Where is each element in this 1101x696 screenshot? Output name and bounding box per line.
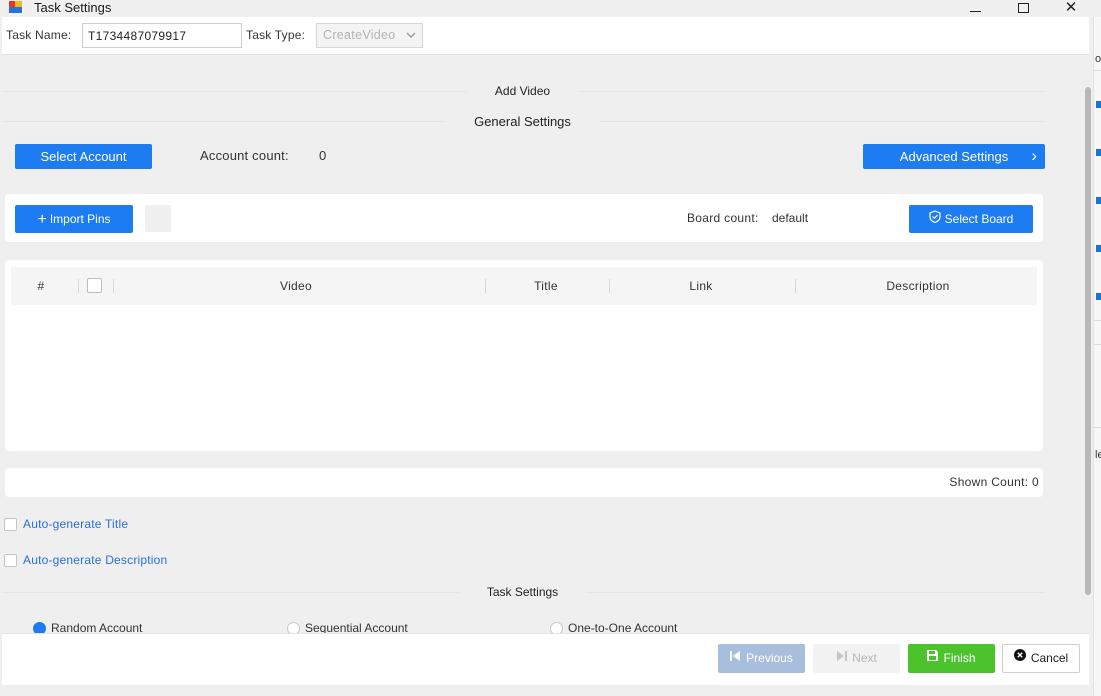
app-icon	[9, 1, 22, 13]
account-count-label: Account count:	[200, 148, 289, 163]
edge-divider	[1094, 427, 1101, 428]
settings-scroll-area[interactable]: Add Video General Settings Select Accoun…	[0, 73, 1080, 633]
shown-count-value: 0	[1032, 475, 1039, 489]
section-general-settings: General Settings	[0, 114, 1045, 129]
shown-count-bar: Shown Count: 0	[5, 468, 1043, 497]
background-window-edge: o le	[1093, 17, 1101, 696]
select-account-button[interactable]: Select Account	[15, 144, 152, 169]
skip-forward-icon	[836, 643, 848, 672]
maximize-icon	[1017, 3, 1029, 13]
radio-label: Random Account	[51, 621, 143, 633]
chevron-right-icon: ›	[1031, 146, 1037, 165]
column-separator	[78, 279, 79, 293]
vertical-scrollbar[interactable]	[1084, 83, 1093, 633]
next-button[interactable]: Next	[813, 644, 900, 673]
previous-button[interactable]: Previous	[718, 644, 805, 673]
title-bar: Task Settings ✕	[0, 0, 1101, 17]
task-type-value: CreateVideo	[323, 28, 396, 42]
edge-marker	[1096, 293, 1101, 300]
edge-text: le	[1095, 449, 1101, 461]
skip-back-icon	[730, 643, 741, 672]
edge-text: o	[1095, 53, 1101, 65]
edge-marker	[1096, 245, 1101, 252]
task-type-select[interactable]: CreateVideo	[316, 23, 423, 48]
radio-button[interactable]	[550, 622, 563, 633]
save-icon	[927, 643, 939, 672]
account-count-value: 0	[319, 148, 327, 163]
column-description: Description	[886, 279, 950, 293]
column-video: Video	[280, 279, 312, 293]
section-add-video: Add Video	[0, 84, 1045, 98]
advanced-settings-button[interactable]: Advanced Settings ›	[863, 144, 1045, 169]
column-separator	[795, 279, 796, 293]
minimize-icon	[969, 11, 981, 12]
minimize-button[interactable]	[952, 0, 998, 17]
task-type-label: Task Type:	[246, 28, 306, 42]
select-board-button[interactable]: Select Board	[909, 205, 1033, 233]
radio-label: One-to-One Account	[568, 621, 678, 633]
task-info-row: Task Name: Task Type: CreateVideo	[2, 17, 1089, 55]
shield-check-icon	[929, 205, 941, 233]
finish-button[interactable]: Finish	[908, 644, 995, 673]
import-pins-button[interactable]: + Import Pins	[15, 205, 133, 233]
scrollbar-thumb[interactable]	[1085, 87, 1091, 595]
dialog-footer: Previous Next Finish Cancel	[2, 633, 1089, 685]
edge-marker	[1096, 149, 1101, 156]
column-link: Link	[689, 279, 713, 293]
auto-description-checkbox[interactable]	[4, 554, 17, 567]
select-all-checkbox[interactable]	[87, 278, 102, 293]
import-pins-panel: + Import Pins Board count: default Select…	[5, 194, 1043, 242]
board-count-label: Board count:	[687, 211, 759, 225]
edge-marker	[1096, 197, 1101, 204]
auto-description-label[interactable]: Auto-generate Description	[23, 553, 167, 567]
window-title: Task Settings	[34, 0, 112, 15]
edge-marker	[1096, 101, 1101, 108]
column-separator	[609, 279, 610, 293]
maximize-button[interactable]	[1000, 0, 1046, 17]
radio-button[interactable]	[33, 622, 46, 633]
board-count-value: default	[772, 211, 809, 225]
auto-title-label[interactable]: Auto-generate Title	[23, 517, 128, 531]
pins-table: # Video Title Link Description	[5, 260, 1043, 451]
column-title: Title	[534, 279, 558, 293]
auto-title-checkbox[interactable]	[4, 518, 17, 531]
column-separator	[113, 279, 114, 293]
section-task-settings: Task Settings	[0, 585, 1045, 599]
cancel-button[interactable]: Cancel	[1002, 644, 1080, 673]
edge-divider	[1094, 344, 1101, 345]
task-name-label: Task Name:	[6, 28, 72, 42]
pins-extra-button[interactable]	[145, 205, 171, 232]
table-header: # Video Title Link Description	[11, 267, 1037, 305]
cancel-icon	[1013, 644, 1026, 671]
radio-button[interactable]	[287, 622, 300, 633]
plus-icon: +	[37, 211, 47, 228]
chevron-down-icon	[406, 24, 416, 56]
shown-count-label: Shown Count:	[949, 475, 1029, 489]
task-name-input[interactable]	[82, 23, 242, 48]
column-separator	[485, 279, 486, 293]
edge-divider	[1094, 70, 1101, 71]
radio-label: Sequential Account	[305, 621, 408, 633]
column-index: #	[37, 279, 45, 293]
edge-divider	[1094, 320, 1101, 321]
close-icon: ✕	[1064, 0, 1078, 16]
shown-count: Shown Count: 0	[949, 475, 1039, 489]
close-button[interactable]: ✕	[1048, 0, 1094, 17]
